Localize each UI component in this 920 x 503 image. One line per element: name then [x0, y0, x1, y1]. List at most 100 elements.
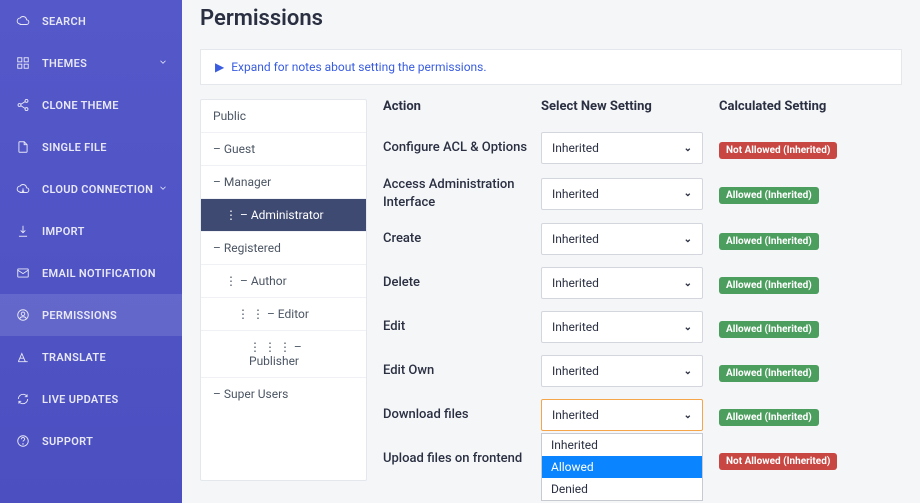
chevron-down-icon — [158, 57, 168, 70]
chevron-down-icon: ⌄ — [684, 322, 692, 333]
setting-select[interactable]: Inherited ⌄ — [541, 399, 703, 431]
sidebar-item-label: SEARCH — [42, 15, 86, 28]
permission-action-label: Upload files on frontend — [383, 450, 541, 468]
chevron-down-icon: ⌄ — [684, 188, 692, 199]
header-action: Action — [383, 99, 541, 114]
chevron-down-icon: ⌄ — [684, 410, 692, 421]
setting-select[interactable]: Inherited ⌄ — [541, 223, 703, 255]
permission-action-label: Create — [383, 230, 541, 248]
permission-action-label: Access Administration Interface — [383, 176, 541, 211]
calculated-badge: Allowed (Inherited) — [719, 277, 819, 294]
select-value: Inherited — [552, 232, 599, 246]
main-content: Permissions ▶ Expand for notes about set… — [182, 0, 920, 503]
user-circle-icon — [16, 308, 30, 322]
permission-action-label: Configure ACL & Options — [383, 139, 541, 157]
header-select: Select New Setting — [541, 99, 719, 114]
role-item[interactable]: ⋮ – Administrator — [201, 199, 366, 232]
dropdown-menu: InheritedAllowedDenied — [541, 433, 703, 501]
sidebar-item-label: SUPPORT — [42, 435, 93, 448]
role-item[interactable]: Public — [201, 100, 366, 133]
share-icon — [16, 98, 30, 112]
select-value: Inherited — [552, 276, 599, 290]
setting-select[interactable]: Inherited ⌄ — [541, 311, 703, 343]
permission-action-label: Delete — [383, 274, 541, 292]
expand-notice[interactable]: ▶ Expand for notes about setting the per… — [200, 49, 902, 85]
sidebar-item-clone-theme[interactable]: CLONE THEME — [0, 84, 182, 126]
permission-row: Edit Own Inherited ⌄ Allowed (Inherited) — [383, 349, 902, 393]
import-icon — [16, 224, 30, 238]
permission-action-label: Download files — [383, 406, 541, 424]
chevron-down-icon — [158, 183, 168, 196]
calculated-badge: Not Allowed (Inherited) — [719, 142, 837, 159]
select-value: Inherited — [552, 364, 599, 378]
chevron-down-icon: ⌄ — [684, 143, 692, 154]
chevron-down-icon: ⌄ — [684, 234, 692, 245]
permission-row: Edit Inherited ⌄ Allowed (Inherited) — [383, 305, 902, 349]
role-item[interactable]: ⋮ ⋮ ⋮ – Publisher — [201, 331, 366, 378]
select-value: Inherited — [552, 320, 599, 334]
translate-icon — [16, 350, 30, 364]
sidebar-item-search[interactable]: SEARCH — [0, 0, 182, 42]
calculated-badge: Allowed (Inherited) — [719, 187, 819, 204]
role-item[interactable]: ⋮ ⋮ – Editor — [201, 298, 366, 331]
mail-icon — [16, 266, 30, 280]
calculated-badge: Allowed (Inherited) — [719, 365, 819, 382]
permission-row: Create Inherited ⌄ Allowed (Inherited) — [383, 217, 902, 261]
refresh-icon — [16, 392, 30, 406]
chevron-down-icon: ⌄ — [684, 278, 692, 289]
sidebar-item-label: PERMISSIONS — [42, 309, 117, 322]
calculated-badge: Allowed (Inherited) — [719, 321, 819, 338]
sidebar-item-translate[interactable]: TRANSLATE — [0, 336, 182, 378]
sidebar-item-email-notification[interactable]: EMAIL NOTIFICATION — [0, 252, 182, 294]
sidebar-item-label: CLOUD CONNECTION — [42, 183, 153, 196]
header-calc: Calculated Setting — [719, 99, 902, 114]
role-item[interactable]: ⋮ – Author — [201, 265, 366, 298]
notice-text: Expand for notes about setting the permi… — [231, 60, 486, 74]
role-item[interactable]: – Manager — [201, 166, 366, 199]
role-item[interactable]: – Super Users — [201, 378, 366, 410]
setting-select[interactable]: Inherited ⌄ — [541, 355, 703, 387]
sidebar-item-label: CLONE THEME — [42, 99, 119, 112]
sidebar-item-import[interactable]: IMPORT — [0, 210, 182, 252]
roles-list: Public– Guest– Manager⋮ – Administrator–… — [200, 99, 367, 481]
sidebar-item-label: IMPORT — [42, 225, 85, 238]
permissions-area: Action Select New Setting Calculated Set… — [383, 99, 902, 481]
sidebar-item-cloud-connection[interactable]: CLOUD CONNECTION — [0, 168, 182, 210]
sidebar-item-label: SINGLE FILE — [42, 141, 107, 154]
sidebar-item-live-updates[interactable]: LIVE UPDATES — [0, 378, 182, 420]
role-item[interactable]: – Registered — [201, 232, 366, 265]
file-icon — [16, 140, 30, 154]
setting-select[interactable]: Inherited ⌄ — [541, 178, 703, 210]
select-value: Inherited — [552, 187, 599, 201]
help-icon — [16, 434, 30, 448]
sidebar-item-support[interactable]: SUPPORT — [0, 420, 182, 462]
dropdown-option[interactable]: Allowed — [542, 456, 702, 478]
calculated-badge: Allowed (Inherited) — [719, 409, 819, 426]
dropdown-option[interactable]: Inherited — [542, 434, 702, 456]
setting-select[interactable]: Inherited ⌄ — [541, 267, 703, 299]
caret-right-icon: ▶ — [215, 60, 224, 74]
permission-row: Access Administration InterfaceInherited… — [383, 170, 902, 217]
sidebar-item-permissions[interactable]: PERMISSIONS — [0, 294, 182, 336]
role-item[interactable]: – Guest — [201, 133, 366, 166]
calculated-badge: Allowed (Inherited) — [719, 233, 819, 250]
select-value: Inherited — [552, 141, 599, 155]
sidebar-item-label: LIVE UPDATES — [42, 393, 118, 406]
sidebar-item-label: EMAIL NOTIFICATION — [42, 267, 156, 280]
permission-row: Delete Inherited ⌄ Allowed (Inherited) — [383, 261, 902, 305]
permission-row: Download filesInherited ⌄Inherited Allowed… — [383, 393, 902, 437]
sidebar: SEARCH THEMES CLONE THEME SINGLE FILE CLOUD … — [0, 0, 182, 503]
sidebar-item-themes[interactable]: THEMES — [0, 42, 182, 84]
setting-select[interactable]: Inherited ⌄ — [541, 132, 703, 164]
cloud-down-icon — [16, 182, 30, 196]
calculated-badge: Not Allowed (Inherited) — [719, 453, 837, 470]
sidebar-item-single-file[interactable]: SINGLE FILE — [0, 126, 182, 168]
sidebar-item-label: THEMES — [42, 57, 87, 70]
permission-action-label: Edit Own — [383, 362, 541, 380]
permissions-header: Action Select New Setting Calculated Set… — [383, 99, 902, 126]
dropdown-option[interactable]: Denied — [542, 478, 702, 500]
chevron-down-icon: ⌄ — [684, 366, 692, 377]
permission-action-label: Edit — [383, 318, 541, 336]
select-value: Inherited — [552, 408, 599, 422]
permission-row: Configure ACL & Options Inherited ⌄ Not All… — [383, 126, 902, 170]
